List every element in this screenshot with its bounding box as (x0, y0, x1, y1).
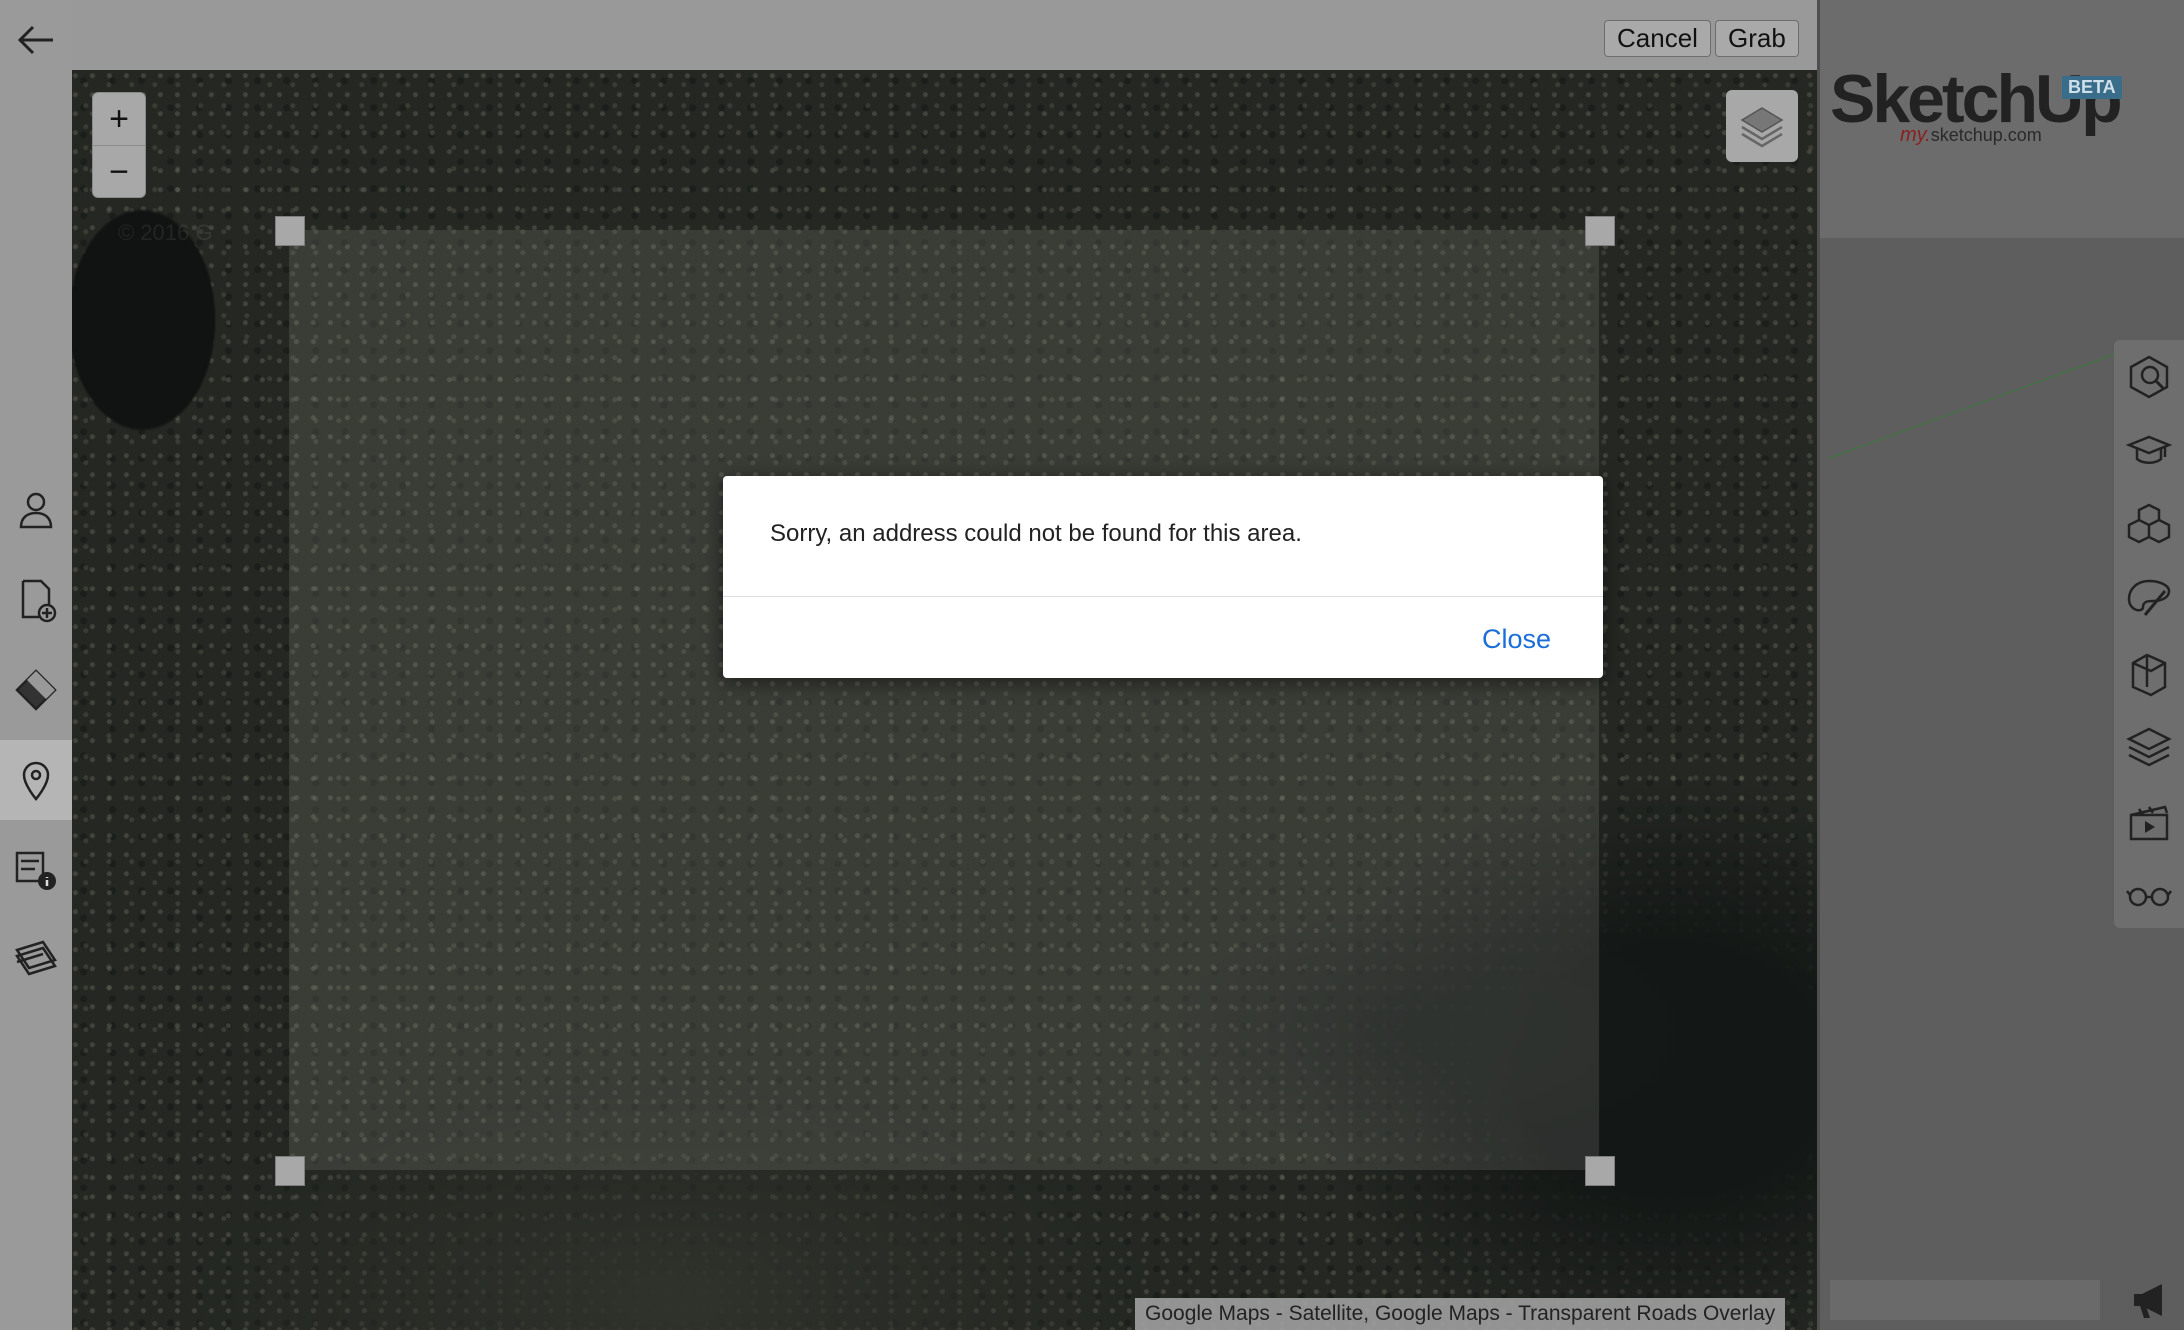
right-panel: SketchUp BETA my.sketchup.com (1817, 0, 2184, 1330)
grab-button[interactable]: Grab (1715, 20, 1799, 57)
beta-badge: BETA (2062, 76, 2122, 99)
resize-handle-bottom-left[interactable] (275, 1156, 305, 1186)
map-attribution: Google Maps - Satellite, Google Maps - T… (1135, 1298, 1786, 1330)
search-components-button[interactable] (2114, 340, 2184, 414)
model-info-icon (15, 851, 56, 890)
map-watermark: © 2016 G (118, 220, 213, 245)
layers-button[interactable] (2114, 710, 2184, 784)
scenes-button[interactable] (2114, 784, 2184, 858)
user-icon (19, 492, 53, 529)
zoom-control: + − (92, 92, 146, 198)
materials-button[interactable] (2114, 562, 2184, 636)
map-area: Cancel Grab © 2016 G + − Google Maps - S… (72, 0, 1817, 1330)
right-tool-tray (2114, 340, 2184, 928)
zoom-in-button[interactable]: + (93, 93, 145, 146)
scenes-icon (15, 940, 57, 976)
address-not-found-dialog: Sorry, an address could not be found for… (723, 476, 1603, 678)
logo-subtitle: my.sketchup.com (1900, 124, 2042, 147)
resize-handle-bottom-right[interactable] (1585, 1156, 1615, 1186)
search-components-icon (2129, 355, 2169, 399)
resize-handle-top-left[interactable] (275, 216, 305, 246)
back-arrow-icon (17, 25, 53, 55)
model-info-button[interactable] (0, 830, 72, 910)
account-button[interactable] (0, 470, 72, 550)
materials-icon (2127, 579, 2171, 616)
left-toolbar (0, 0, 73, 1330)
scenes-button[interactable] (0, 915, 72, 995)
dialog-message: Sorry, an address could not be found for… (770, 520, 1302, 547)
new-model-button[interactable] (0, 560, 72, 640)
scenes-icon (2129, 805, 2169, 841)
measurements-box[interactable] (1830, 1280, 2100, 1320)
layers-icon (1740, 107, 1784, 148)
instructor-button[interactable] (2114, 414, 2184, 488)
megaphone-icon (2134, 1284, 2162, 1318)
app-header: SketchUp BETA my.sketchup.com (1820, 0, 2184, 238)
axis-line (1827, 345, 2139, 459)
location-toolbar: Cancel Grab (72, 0, 1817, 71)
display-button[interactable] (2114, 858, 2184, 932)
logo-sub-domain: sketchup.com (1930, 125, 2042, 145)
back-button[interactable] (0, 0, 72, 80)
add-location-button[interactable] (0, 740, 72, 820)
logo-sub-my: my. (1900, 124, 1931, 146)
learn-icon (2125, 435, 2173, 464)
components-icon (2127, 503, 2171, 544)
eraser-button[interactable] (0, 650, 72, 730)
dialog-divider (723, 596, 1603, 597)
location-pin-icon (22, 761, 50, 801)
selection-region[interactable] (289, 230, 1599, 1170)
cancel-button[interactable]: Cancel (1604, 20, 1711, 57)
close-button[interactable]: Close (1482, 624, 1551, 655)
feedback-button[interactable] (2130, 1280, 2174, 1320)
zoom-out-button[interactable]: − (93, 146, 145, 198)
components-button[interactable] (2114, 488, 2184, 562)
layers-icon (2126, 727, 2172, 767)
display-icon (2126, 887, 2172, 907)
solid-tools-button[interactable] (2114, 636, 2184, 710)
tag-icon (15, 669, 57, 711)
solid-tools-icon (2131, 653, 2167, 697)
new-file-icon (21, 579, 57, 623)
map-layers-button[interactable] (1726, 90, 1798, 162)
resize-handle-top-right[interactable] (1585, 216, 1615, 246)
